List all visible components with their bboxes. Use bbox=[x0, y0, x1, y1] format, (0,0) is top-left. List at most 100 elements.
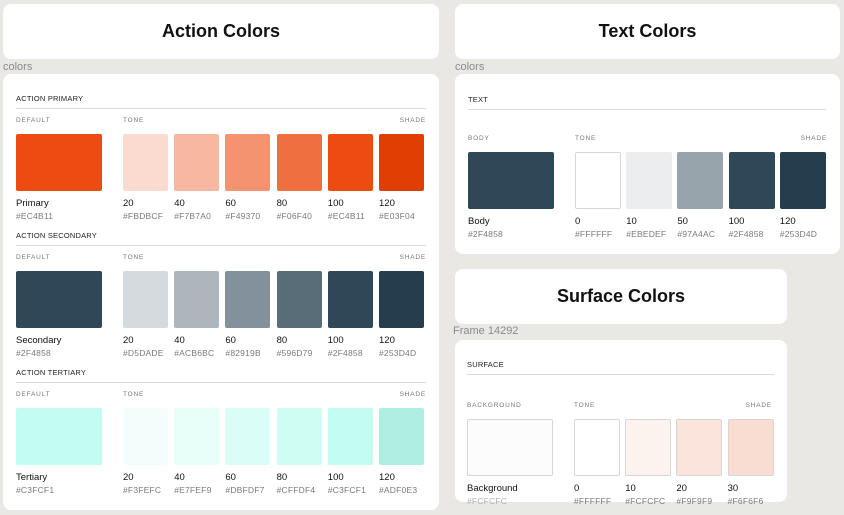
shade-column-label: SHADE bbox=[399, 117, 426, 124]
action-palette-card: ACTION PRIMARY DEFAULT TONE SHADE Primary #EC… bbox=[3, 74, 439, 510]
tone-swatch[interactable] bbox=[728, 152, 775, 209]
frame-label-right: colors bbox=[455, 61, 485, 73]
group-title: TEXT bbox=[468, 95, 488, 104]
tone-swatch-name: 100 bbox=[327, 198, 344, 209]
tone-swatch-hex: #ADF0E3 bbox=[379, 485, 418, 495]
surface-colors-title-card: Surface Colors bbox=[455, 269, 787, 324]
default-swatch-hex: #2F4858 bbox=[16, 348, 51, 358]
tone-swatch[interactable] bbox=[379, 271, 424, 328]
tone-swatch-hex: #DBFDF7 bbox=[225, 485, 265, 495]
tone-swatch-name: 20 bbox=[676, 483, 687, 494]
tone-swatch-hex: #D5DADE bbox=[123, 348, 164, 358]
tone-swatch[interactable] bbox=[276, 271, 322, 328]
tone-swatch[interactable] bbox=[626, 152, 673, 209]
tone-swatch[interactable] bbox=[123, 271, 168, 328]
tone-swatch[interactable] bbox=[677, 152, 724, 209]
default-swatch[interactable] bbox=[16, 134, 102, 191]
tone-column-label: TONE bbox=[123, 254, 145, 261]
tone-swatch[interactable] bbox=[379, 134, 424, 191]
tone-swatch-hex: #253D4D bbox=[779, 229, 818, 239]
tone-swatch[interactable] bbox=[327, 134, 373, 191]
tone-swatch[interactable] bbox=[225, 271, 271, 328]
tone-swatch[interactable] bbox=[327, 271, 373, 328]
tone-swatch-hex: #ACB6BC bbox=[174, 348, 215, 358]
tone-swatch-name: 20 bbox=[123, 472, 134, 483]
tone-swatch-hex: #E7FEF9 bbox=[174, 485, 212, 495]
group-divider bbox=[16, 382, 426, 383]
tone-swatch-name: 60 bbox=[225, 198, 236, 209]
tone-swatch[interactable] bbox=[575, 152, 621, 209]
tone-swatch-name: 100 bbox=[728, 216, 745, 227]
default-column-label: DEFAULT bbox=[16, 391, 51, 398]
tone-swatch[interactable] bbox=[327, 408, 373, 465]
tone-swatch-name: 100 bbox=[327, 472, 344, 483]
tone-swatch[interactable] bbox=[276, 408, 322, 465]
tone-swatch-name: 80 bbox=[276, 198, 288, 209]
tone-swatch[interactable] bbox=[574, 419, 620, 476]
default-swatch-name: Primary bbox=[16, 198, 49, 209]
tone-swatch-name: 20 bbox=[123, 335, 134, 346]
default-swatch-hex: #FCFCFC bbox=[467, 496, 508, 506]
tone-swatch-hex: #F06F40 bbox=[276, 211, 313, 221]
tone-column-label: TONE bbox=[575, 135, 597, 142]
default-swatch-name: Background bbox=[467, 483, 518, 494]
tone-swatch-hex: #CFFDF4 bbox=[276, 485, 316, 495]
action-colors-title: Action Colors bbox=[161, 21, 280, 41]
tone-swatch[interactable] bbox=[123, 134, 168, 191]
tone-swatch-name: 0 bbox=[575, 216, 581, 227]
tone-swatch[interactable] bbox=[379, 408, 424, 465]
shade-column-label: SHADE bbox=[399, 391, 426, 398]
tone-swatch[interactable] bbox=[676, 419, 723, 476]
tone-swatch-hex: #F7B7A0 bbox=[174, 211, 212, 221]
tone-swatch-name: 60 bbox=[225, 472, 236, 483]
tone-swatch-hex: #FBDBCF bbox=[123, 211, 164, 221]
surface-colors-title: Surface Colors bbox=[556, 286, 686, 306]
tone-swatch-hex: #F3FEFC bbox=[123, 485, 162, 495]
tone-swatch-hex: #2F4858 bbox=[327, 348, 363, 358]
shade-column-label: SHADE bbox=[399, 254, 426, 261]
default-swatch[interactable] bbox=[16, 408, 102, 465]
tone-swatch[interactable] bbox=[174, 271, 220, 328]
tone-swatch-hex: #97A4AC bbox=[677, 229, 716, 239]
tone-swatch[interactable] bbox=[225, 134, 271, 191]
tone-swatch-name: 10 bbox=[626, 216, 637, 227]
tone-swatch[interactable] bbox=[276, 134, 322, 191]
default-swatch[interactable] bbox=[16, 271, 102, 328]
tone-swatch-hex: #82919B bbox=[225, 348, 261, 358]
default-swatch[interactable] bbox=[467, 419, 553, 476]
tone-swatch-hex: #EBEDEF bbox=[626, 229, 667, 239]
tone-swatch[interactable] bbox=[174, 408, 220, 465]
group-title: ACTION PRIMARY bbox=[16, 94, 84, 103]
default-swatch[interactable] bbox=[468, 152, 554, 209]
text-colors-title: Text Colors bbox=[598, 21, 697, 41]
tone-swatch-name: 120 bbox=[379, 472, 395, 483]
tone-swatch-hex: #596D79 bbox=[276, 348, 313, 358]
default-column-label: DEFAULT bbox=[16, 117, 51, 124]
group-divider bbox=[16, 108, 426, 109]
tone-swatch-name: 80 bbox=[276, 335, 288, 346]
tone-swatch-name: 120 bbox=[379, 335, 395, 346]
group-title: SURFACE bbox=[467, 360, 504, 369]
tone-swatch[interactable] bbox=[779, 152, 826, 209]
tone-swatch-hex: #FFFFFF bbox=[574, 496, 612, 506]
default-swatch-hex: #C3FCF1 bbox=[16, 485, 55, 495]
tone-swatch[interactable] bbox=[727, 419, 774, 476]
tone-swatch-name: 30 bbox=[727, 483, 739, 494]
frame-label-left: colors bbox=[3, 61, 33, 73]
default-swatch-hex: #2F4858 bbox=[468, 229, 503, 239]
tone-swatch-name: 120 bbox=[779, 216, 796, 227]
tone-swatch-hex: #FFFFFF bbox=[575, 229, 613, 239]
tone-swatch[interactable] bbox=[174, 134, 220, 191]
group-title: ACTION SECONDARY bbox=[16, 231, 97, 240]
tone-swatch-name: 120 bbox=[379, 198, 395, 209]
tone-swatch[interactable] bbox=[123, 408, 168, 465]
tone-swatch[interactable] bbox=[625, 419, 672, 476]
default-swatch-hex: #EC4B11 bbox=[16, 211, 54, 221]
frame-label-surface: Frame 14292 bbox=[453, 325, 519, 337]
tone-column-label: TONE bbox=[123, 117, 145, 124]
tone-swatch-hex: #EC4B11 bbox=[327, 211, 365, 221]
group-divider bbox=[467, 374, 774, 375]
tone-swatch[interactable] bbox=[225, 408, 271, 465]
tone-swatch-name: 40 bbox=[174, 472, 185, 483]
default-column-label: BACKGROUND bbox=[467, 402, 522, 409]
